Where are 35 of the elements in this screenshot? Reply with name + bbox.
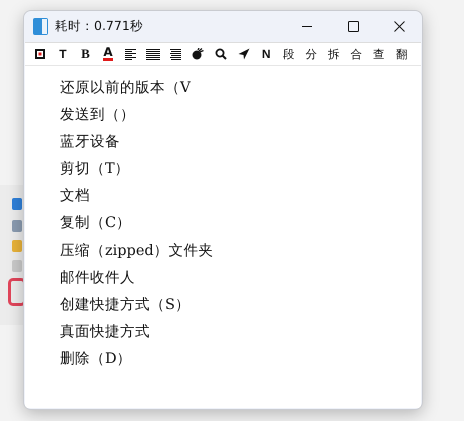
text-line: 还原以前的版本（V <box>60 79 192 98</box>
send-icon <box>238 48 250 60</box>
app-icon <box>12 220 22 232</box>
toolbar-button[interactable]: 拆 <box>322 44 346 64</box>
align-left-icon <box>125 48 136 60</box>
toolbar-button[interactable]: N <box>254 44 278 64</box>
bold-button[interactable]: B <box>74 44 97 64</box>
justify-icon <box>146 48 160 60</box>
maximize-icon[interactable] <box>348 21 358 32</box>
toolbar-button[interactable]: T <box>52 44 74 64</box>
text-line: 发送到（） <box>60 106 136 126</box>
search-icon <box>215 48 228 60</box>
bomb-icon <box>192 48 204 60</box>
toolbar-button[interactable]: 合 <box>345 44 368 64</box>
text-line: 删除（D） <box>60 350 133 369</box>
text-line: 文档 <box>60 187 91 206</box>
text-line: 邮件收件人 <box>60 268 136 288</box>
font-color-button[interactable]: A <box>96 44 120 64</box>
text-line: 压缩（zipped）文件夹 <box>60 242 215 261</box>
close-icon[interactable] <box>394 21 404 32</box>
toolbar-button[interactable]: 段 <box>278 44 300 64</box>
text-line: 复制（C） <box>60 214 132 234</box>
toolbar-button[interactable]: 翻 <box>390 44 414 64</box>
app-icon <box>12 198 22 210</box>
app-icon <box>33 18 48 35</box>
text-line: 蓝牙设备 <box>60 133 121 152</box>
stop-icon <box>35 49 46 59</box>
text-line: 真面快捷方式 <box>60 322 151 342</box>
text-line: 创建快捷方式（S） <box>60 296 191 315</box>
text-line: 剪切（T） <box>60 160 131 180</box>
window-title: 耗时：0.771秒 <box>55 18 144 35</box>
toolbar-button[interactable]: 分 <box>300 44 323 64</box>
app-icon <box>12 240 22 252</box>
toolbar-button[interactable]: 查 <box>368 44 390 64</box>
align-right-icon <box>170 48 182 60</box>
